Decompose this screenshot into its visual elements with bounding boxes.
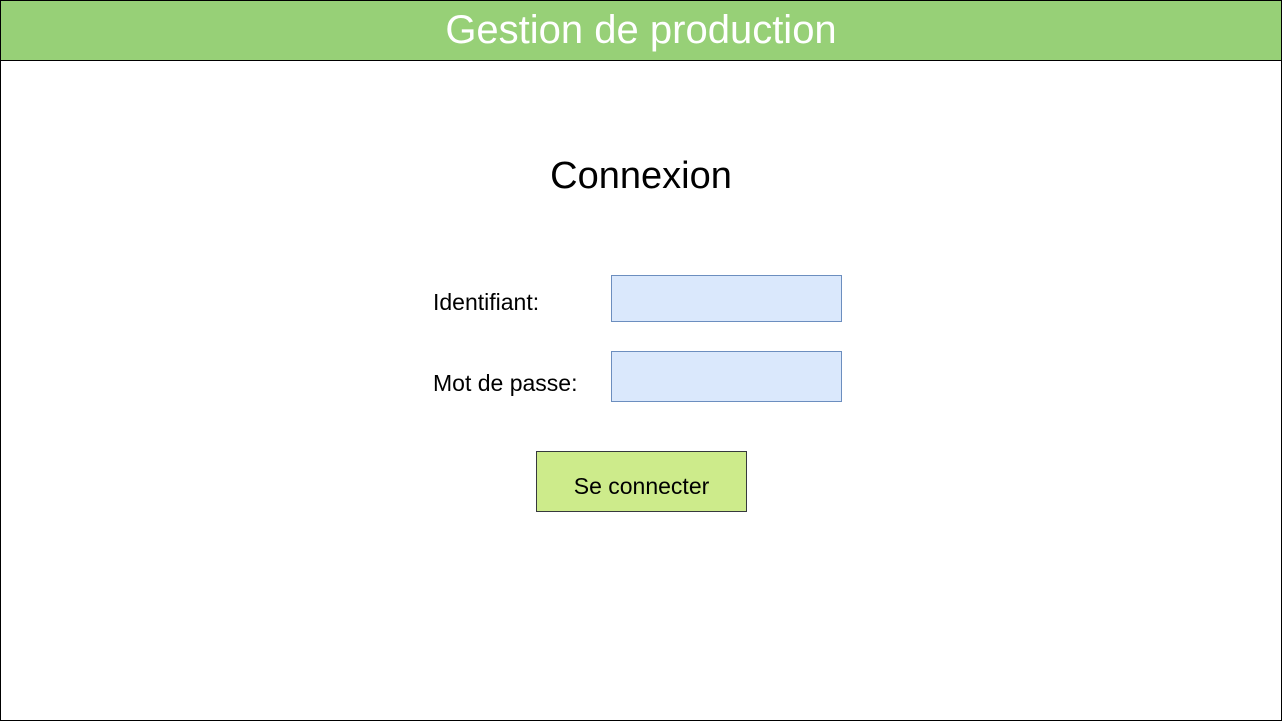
- login-button[interactable]: Se connecter: [536, 451, 747, 512]
- password-label: Mot de passe:: [433, 370, 578, 396]
- password-input[interactable]: [611, 351, 842, 402]
- app-header: Gestion de production: [1, 1, 1281, 61]
- username-input[interactable]: [611, 275, 842, 322]
- login-screen: Gestion de production Connexion Identifi…: [0, 0, 1282, 721]
- app-title: Gestion de production: [445, 7, 837, 52]
- login-button-label: Se connecter: [573, 473, 710, 499]
- login-title: Connexion: [550, 155, 732, 197]
- username-label: Identifiant:: [433, 289, 540, 315]
